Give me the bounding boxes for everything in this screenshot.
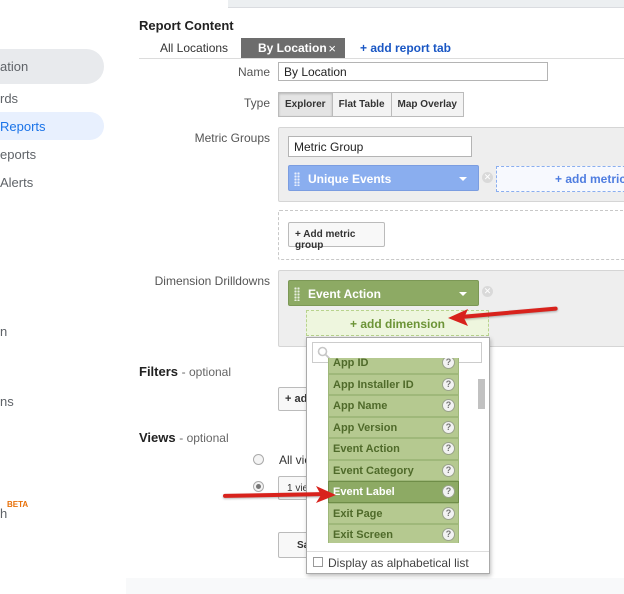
dropdown-item-app-id[interactable]: App ID? <box>328 358 459 374</box>
dropdown-footer: Display as alphabetical list <box>307 551 489 573</box>
help-icon[interactable]: ? <box>442 420 455 434</box>
add-metric-button[interactable]: + add metric <box>496 166 624 192</box>
filters-optional: - optional <box>181 365 232 379</box>
name-input[interactable] <box>278 62 548 81</box>
dimension-drilldowns-label: Dimension Drilldowns <box>154 274 270 288</box>
drag-handle-icon[interactable] <box>294 172 300 186</box>
item-label: App Installer ID <box>333 378 414 391</box>
dropdown-item-exit-page[interactable]: Exit Page? <box>328 502 459 524</box>
item-label: App ID <box>333 358 369 369</box>
section-title: Report Content <box>139 18 234 33</box>
dropdown-item-app-installer-id[interactable]: App Installer ID? <box>328 373 459 395</box>
dropdown-list: App ID? App Installer ID? App Name? App … <box>328 358 459 543</box>
help-icon[interactable]: ? <box>442 399 455 412</box>
sidebar-item-5[interactable]: n <box>0 324 7 339</box>
name-label: Name <box>237 65 270 79</box>
dropdown-scrollbar[interactable] <box>478 379 485 409</box>
dimension-chip-label: Event Action <box>308 287 381 301</box>
type-map-overlay-button[interactable]: Map Overlay <box>390 92 464 117</box>
metric-groups-label: Metric Groups <box>194 131 270 145</box>
chevron-down-icon[interactable] <box>459 292 467 296</box>
views-heading: Views <box>139 430 176 445</box>
type-explorer-button[interactable]: Explorer <box>278 92 333 117</box>
sidebar-item-4[interactable]: Alerts <box>0 175 33 190</box>
one-view-radio[interactable] <box>253 481 264 492</box>
dropdown-item-app-name[interactable]: App Name? <box>328 395 459 417</box>
top-bar <box>228 0 624 8</box>
beta-badge: BETA <box>7 500 29 509</box>
alphabetical-label: Display as alphabetical list <box>328 556 469 570</box>
help-icon[interactable]: ? <box>442 377 455 391</box>
remove-dimension-icon[interactable]: ✕ <box>482 286 493 297</box>
tab-label: By Location <box>258 41 327 55</box>
help-icon[interactable]: ? <box>442 442 455 455</box>
dropdown-item-event-label[interactable]: Event Label? <box>328 481 459 503</box>
item-label: Event Label <box>333 486 395 498</box>
left-nav: ation rds Reports eports Alerts n ns h B… <box>0 0 126 594</box>
metric-group-name-input[interactable] <box>288 136 472 157</box>
chevron-down-icon[interactable] <box>459 177 467 181</box>
sidebar-item-1[interactable]: rds <box>0 91 18 106</box>
item-label: Event Category <box>333 464 414 477</box>
views-title: Views - optional <box>139 430 229 445</box>
dropdown-item-event-category[interactable]: Event Category? <box>328 459 459 481</box>
item-label: Exit Page <box>333 507 383 520</box>
dropdown-item-exit-screen[interactable]: Exit Screen? <box>328 524 459 543</box>
drag-handle-icon[interactable] <box>294 287 300 301</box>
sidebar-item-0[interactable]: ation <box>0 59 28 74</box>
help-icon[interactable]: ? <box>442 358 455 369</box>
tab-by-location[interactable]: By Location × <box>241 38 345 58</box>
tab-all-locations[interactable]: All Locations <box>160 41 228 55</box>
item-label: App Name <box>333 400 388 412</box>
dimension-chip[interactable]: Event Action <box>288 280 479 306</box>
add-report-tab-link[interactable]: + add report tab <box>360 41 451 55</box>
add-metric-group-button[interactable]: + Add metric group <box>288 222 385 251</box>
type-label: Type <box>243 96 270 110</box>
arrow-head-icon <box>316 486 336 503</box>
sidebar-item-3[interactable]: eports <box>0 147 36 162</box>
all-views-radio[interactable] <box>253 454 264 465</box>
help-icon[interactable]: ? <box>442 463 455 477</box>
item-label: Event Action <box>333 443 400 455</box>
help-icon[interactable]: ? <box>442 506 455 520</box>
help-icon[interactable]: ? <box>442 485 455 498</box>
type-flat-table-button[interactable]: Flat Table <box>331 92 392 117</box>
dropdown-item-app-version[interactable]: App Version? <box>328 416 459 438</box>
divider <box>139 58 624 59</box>
alphabetical-checkbox[interactable] <box>313 557 323 567</box>
filters-heading: Filters <box>139 364 179 379</box>
remove-metric-icon[interactable]: ✕ <box>482 172 493 183</box>
dropdown-item-event-action[interactable]: Event Action? <box>328 438 459 460</box>
dimension-dropdown: App ID? App Installer ID? App Name? App … <box>306 337 490 574</box>
filters-title: Filters - optional <box>139 364 231 379</box>
views-optional: - optional <box>179 431 229 445</box>
type-selector: Explorer Flat Table Map Overlay <box>278 92 464 117</box>
sidebar-item-6[interactable]: ns <box>0 394 14 409</box>
sidebar-item-2[interactable]: Reports <box>0 119 46 134</box>
metric-chip[interactable]: Unique Events <box>288 165 479 191</box>
item-label: App Version <box>333 421 398 434</box>
item-label: Exit Screen <box>333 529 393 541</box>
metric-chip-label: Unique Events <box>308 172 392 186</box>
arrow-head-icon <box>448 309 468 326</box>
help-icon[interactable]: ? <box>442 528 455 541</box>
close-icon[interactable]: × <box>328 41 336 56</box>
